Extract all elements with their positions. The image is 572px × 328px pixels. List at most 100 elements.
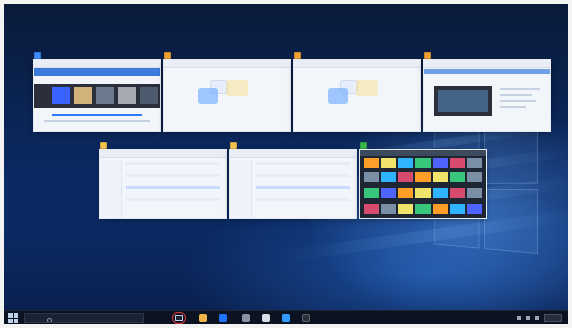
gallery-tile [449,204,465,214]
file-row [256,204,350,207]
file-row [126,198,220,201]
task-view-window[interactable] [424,51,550,131]
text-line [500,100,536,102]
start-icon-tile [8,313,13,318]
window-title-bar [424,50,550,60]
file-row [126,204,220,207]
file-row [256,162,350,165]
task-view-icon [175,315,183,321]
window-preview [360,150,486,218]
browser-toolbar [424,60,550,68]
file-row [126,168,220,171]
window-title-bar [230,140,356,150]
search-icon[interactable] [302,314,310,322]
file-row [256,192,350,195]
browser-toolbar [294,60,420,68]
gallery-row [364,188,482,198]
gallery-tile [432,172,448,182]
file-row [256,180,350,183]
explorer-toolbar [100,150,226,158]
gallery-tile [466,158,482,168]
task-view-window[interactable] [34,51,160,131]
task-view-window[interactable] [164,51,290,131]
photos-icon [360,141,367,149]
gallery-tile [466,172,482,182]
start-icon-tile [13,313,18,318]
mail-icon[interactable] [282,314,290,322]
gallery-tile [466,204,482,214]
image-tile [140,87,158,104]
file-row [126,180,220,183]
files-icon[interactable] [262,314,270,322]
window-title-bar [34,50,160,60]
chrome-icon [34,51,41,59]
gallery-tile [415,188,431,198]
chrome-icon [424,51,431,59]
gallery-tile [364,188,380,198]
graphic-shape [226,80,248,96]
search-input[interactable] [24,313,144,323]
navigation-pane [100,160,122,218]
screenshot-frame [0,0,572,328]
file-row [256,198,350,201]
tray-icon[interactable] [535,316,539,320]
system-tray [517,313,562,323]
window-preview [424,60,550,131]
gallery-tile [381,172,397,182]
image-tile [96,87,114,104]
task-view-window[interactable] [100,141,226,218]
chrome-icon [294,51,301,59]
gallery-tile [381,188,397,198]
tray-icon[interactable] [517,316,521,320]
desktop [4,4,568,324]
gallery-tile [381,158,397,168]
task-view-window[interactable] [294,51,420,131]
window-title-bar [294,50,420,60]
gallery-toolbar [360,150,486,156]
link-highlight [52,114,142,116]
start-icon-tile [8,318,13,323]
header-band [34,68,160,76]
task-view-window[interactable] [360,141,486,218]
window-preview [294,60,420,131]
text-line [500,94,532,96]
explorer-toolbar [230,150,356,158]
gallery-tile [364,158,380,168]
gallery-tile [432,204,448,214]
taskbar [4,310,568,324]
gallery-tile [398,158,414,168]
file-row [256,186,350,189]
file-list [126,162,220,212]
gallery-tile [398,204,414,214]
navigation-pane [230,160,252,218]
start-icon-tile [13,318,18,323]
window-title-bar [360,140,486,150]
gallery-tile [466,188,482,198]
wallpaper-pane [484,189,539,255]
gallery-tile [415,172,431,182]
file-row [126,162,220,165]
graphic-shape [198,88,218,104]
image-tile [52,87,70,104]
gallery-tile [398,188,414,198]
browser-icon[interactable] [219,314,227,322]
gallery-tile [364,204,380,214]
task-view-window[interactable] [230,141,356,218]
windows-start-icon[interactable] [8,313,18,323]
gallery-tile [449,188,465,198]
task-view-button[interactable] [172,312,186,324]
gallery-tile [398,172,414,182]
image-tile [118,87,136,104]
embedded-image-content [438,90,488,112]
tray-icon[interactable] [526,316,530,320]
folder-icon[interactable] [199,314,207,322]
store-icon[interactable] [242,314,250,322]
header-band [424,69,550,74]
file-row [256,168,350,171]
window-preview [34,60,160,131]
clock[interactable] [544,314,562,322]
gallery-tile [432,158,448,168]
gallery-row [364,172,482,182]
file-explorer-icon [230,141,237,149]
photos-gallery [360,150,486,218]
